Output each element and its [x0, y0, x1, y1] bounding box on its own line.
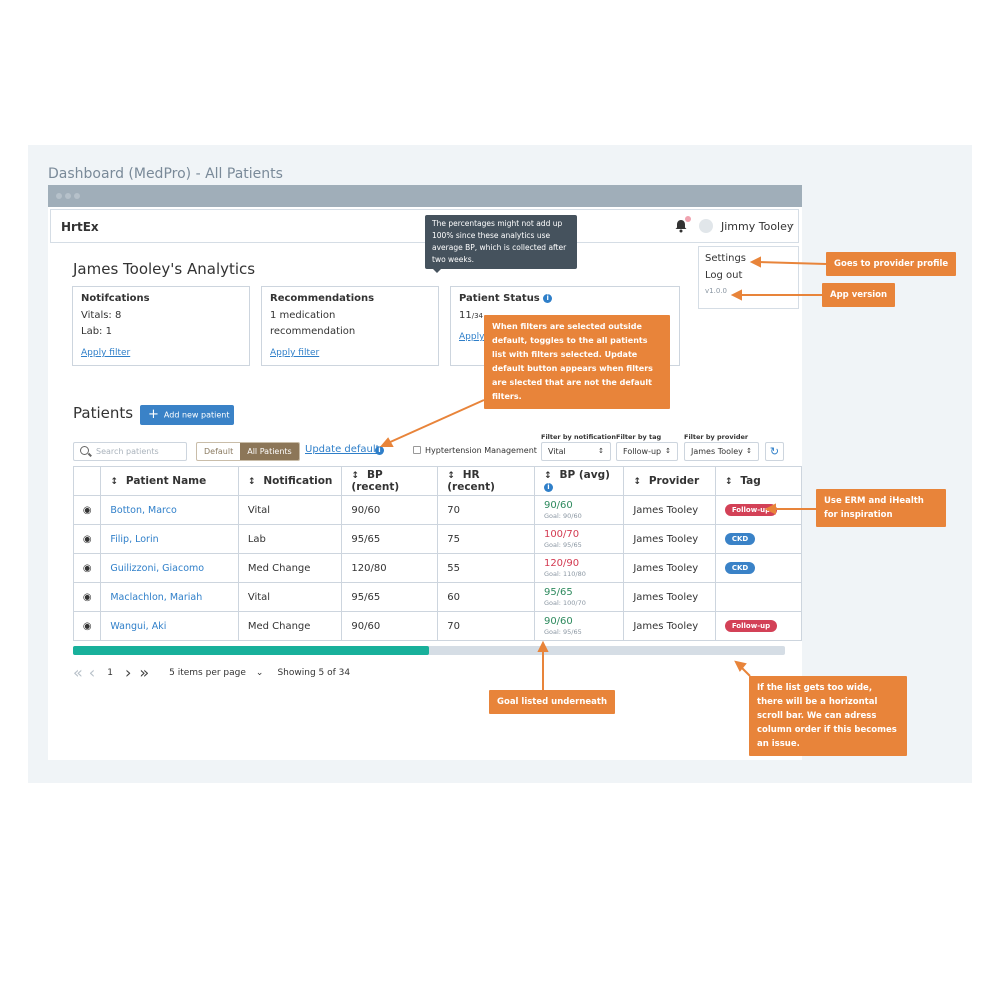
annotation-inspiration: Use ERM and iHealth for inspiration [816, 489, 946, 527]
arrow-line [757, 261, 827, 265]
arrow-head [730, 289, 742, 301]
annotation-provider-profile: Goes to provider profile [826, 252, 957, 276]
annotation-scroll: If the list gets too wide, there will be… [749, 676, 907, 756]
arrow-line [387, 399, 485, 444]
arrow-head [749, 256, 761, 268]
arrow-head [379, 437, 394, 447]
arrow-head [764, 503, 776, 515]
annotation-filters: When filters are selected outside defaul… [484, 315, 670, 409]
annotation-goal: Goal listed underneath [489, 690, 615, 714]
annotation-app-version: App version [822, 283, 896, 307]
arrow-head [537, 640, 549, 652]
